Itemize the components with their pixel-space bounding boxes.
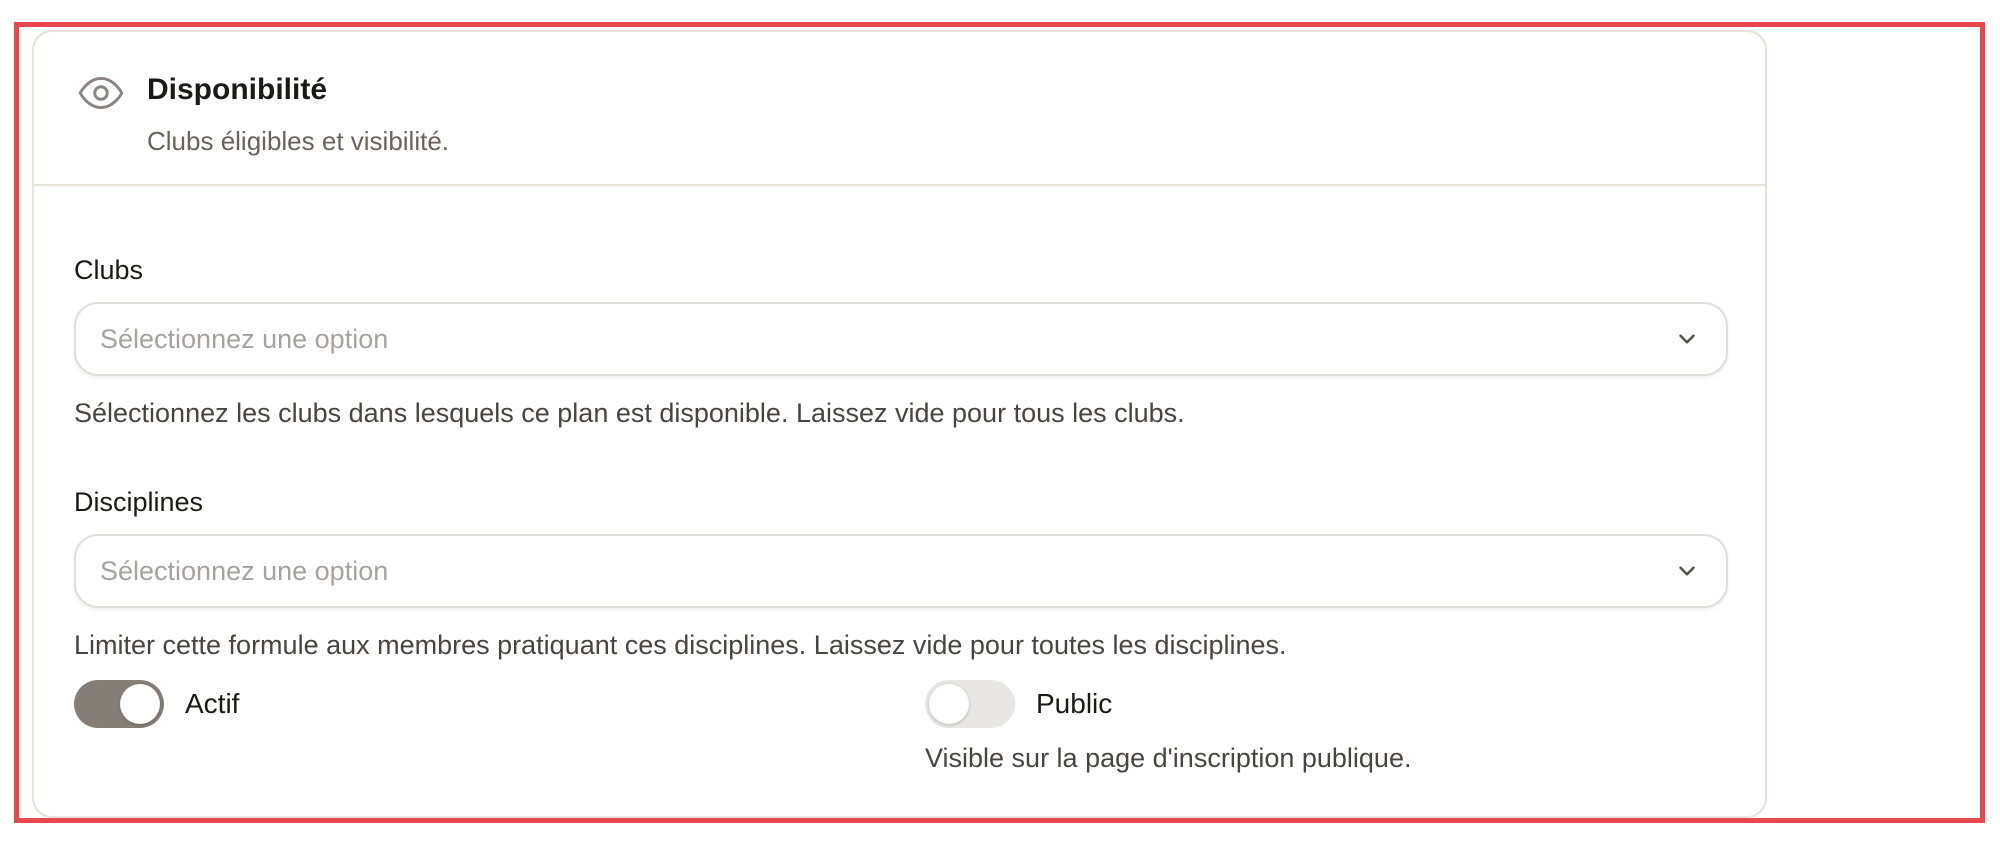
active-toggle[interactable] (74, 680, 164, 728)
card-header: Disponibilité Clubs éligibles et visibil… (34, 32, 1765, 186)
active-toggle-label: Actif (185, 688, 240, 719)
section-title: Disponibilité (147, 73, 327, 106)
disciplines-label: Disciplines (74, 487, 204, 517)
public-help-text: Visible sur la page d'inscription publiq… (925, 743, 1412, 773)
chevron-down-icon (1674, 558, 1700, 584)
clubs-help-text: Sélectionnez les clubs dans lesquels ce … (74, 398, 1185, 428)
chevron-down-icon (1674, 326, 1700, 352)
toggle-knob (120, 684, 160, 724)
clubs-label: Clubs (74, 255, 144, 285)
section-description: Clubs éligibles et visibilité. (147, 126, 450, 156)
public-toggle[interactable] (925, 680, 1015, 728)
disciplines-help-text: Limiter cette formule aux membres pratiq… (74, 630, 1287, 660)
public-toggle-label: Public (1036, 688, 1113, 719)
availability-card: Disponibilité Clubs éligibles et visibil… (32, 30, 1767, 818)
disciplines-select[interactable]: Sélectionnez une option (74, 534, 1728, 608)
clubs-select[interactable]: Sélectionnez une option (74, 302, 1728, 376)
disciplines-select-placeholder: Sélectionnez une option (100, 555, 389, 586)
eye-icon (76, 68, 126, 118)
clubs-select-placeholder: Sélectionnez une option (100, 323, 389, 354)
toggle-knob (929, 684, 969, 724)
